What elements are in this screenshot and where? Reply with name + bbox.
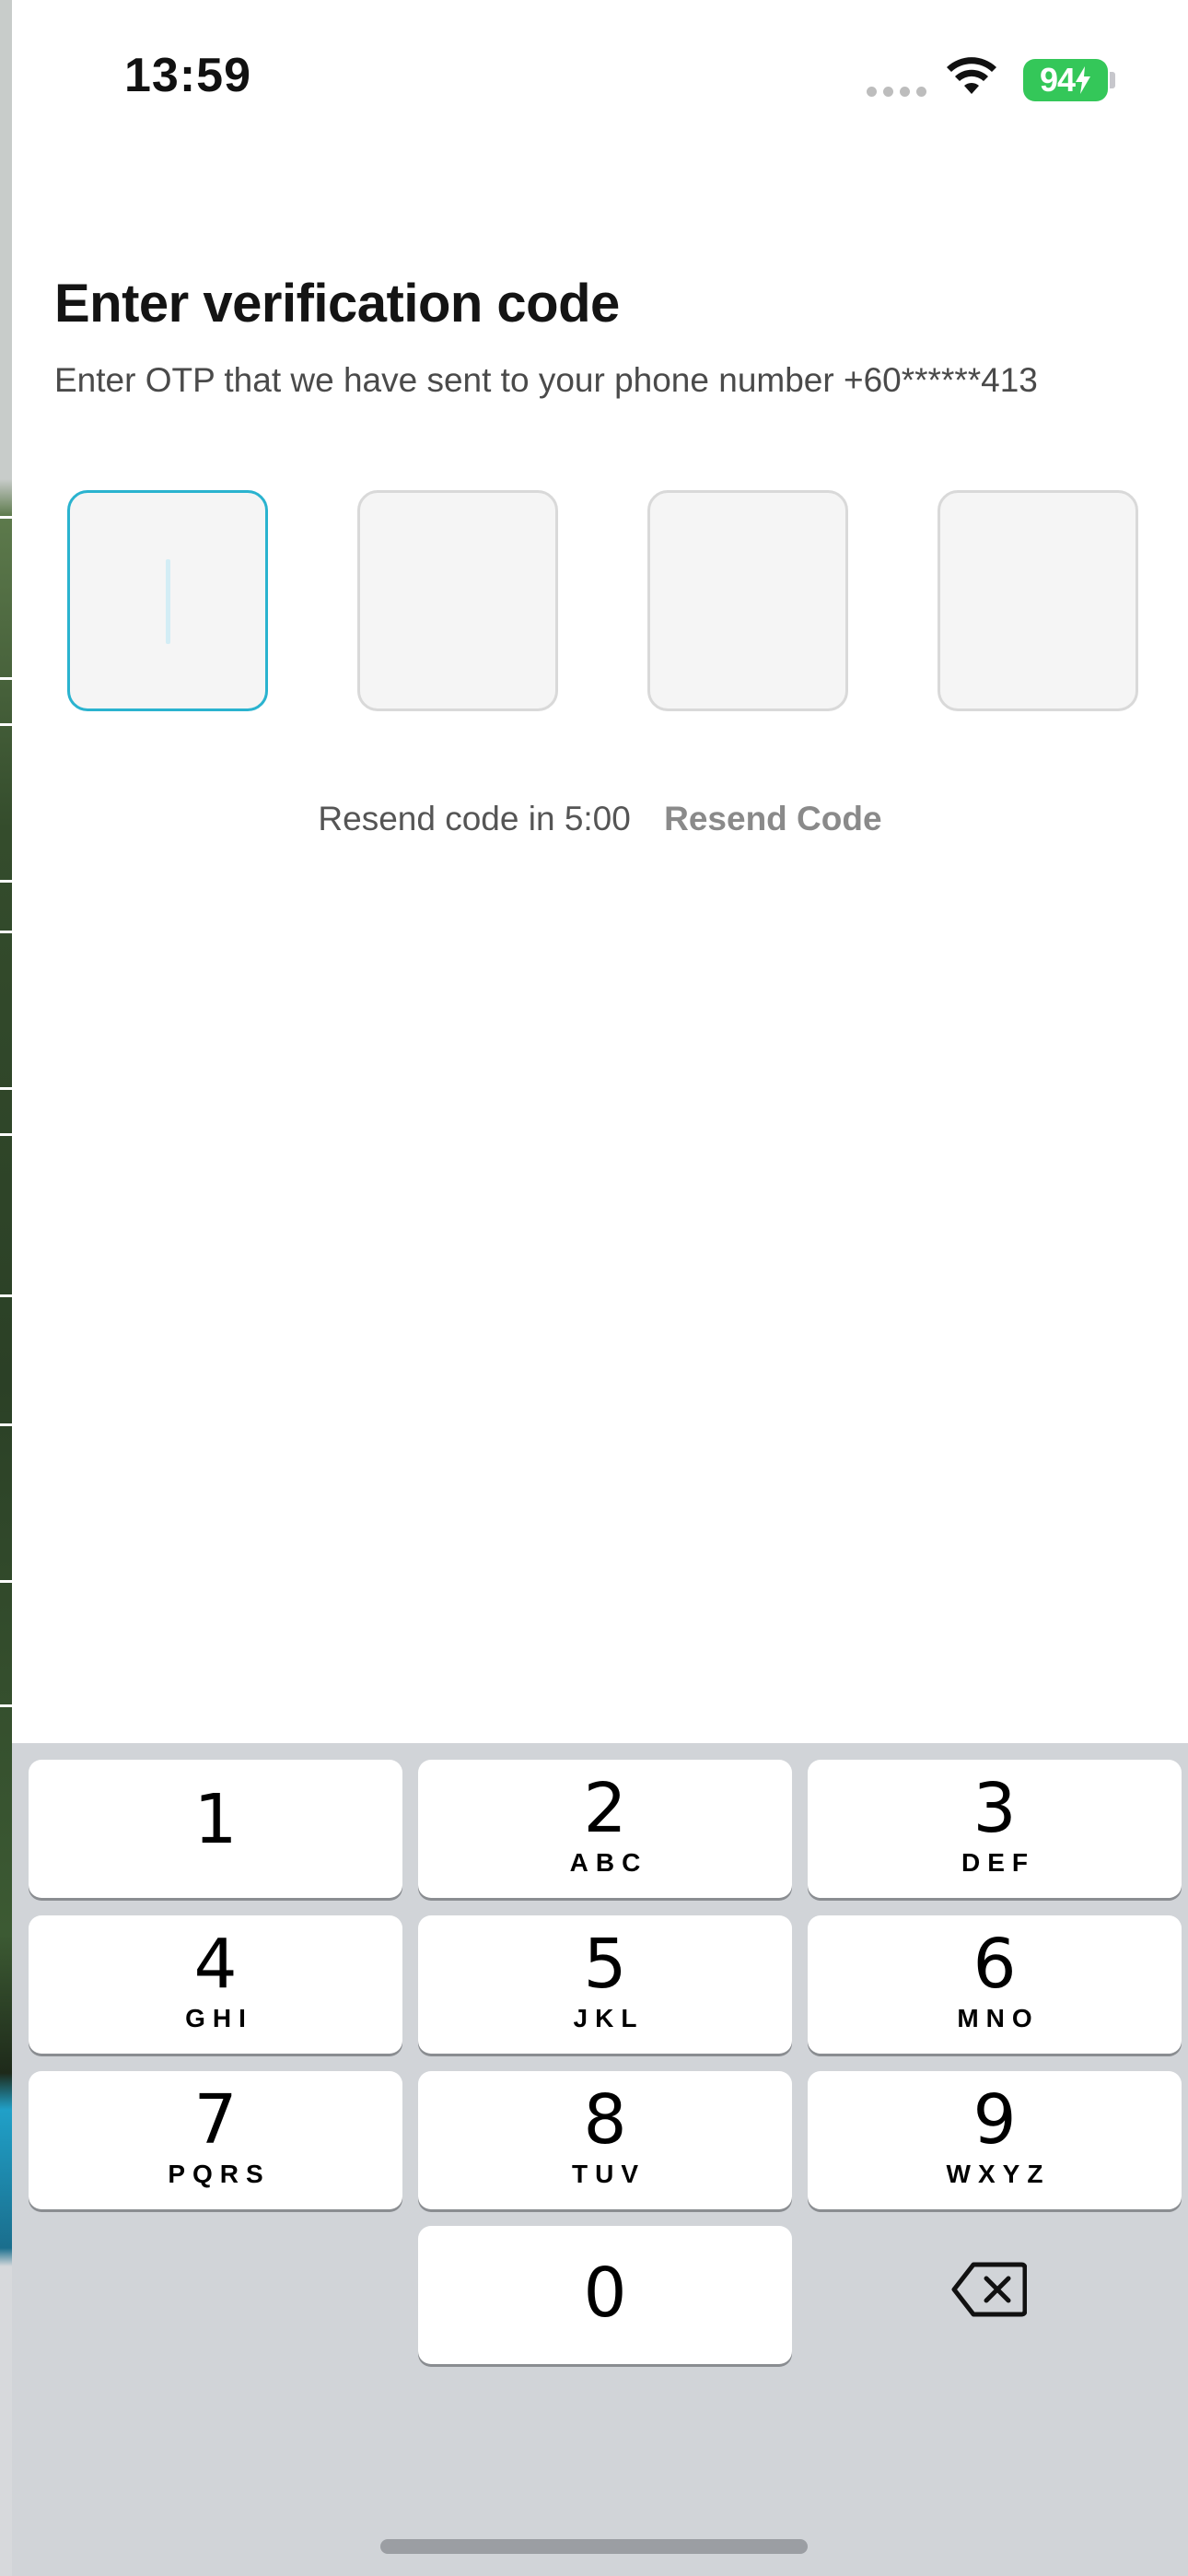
key-6[interactable]: 6 MNO [808, 1915, 1182, 2054]
backspace-icon[interactable] [951, 2261, 1027, 2318]
otp-digit-1[interactable] [67, 490, 268, 711]
resend-row: Resend code in 5:00 Resend Code [12, 800, 1188, 838]
key-digit: 0 [583, 2254, 627, 2333]
key-9[interactable]: 9 WXYZ [808, 2071, 1182, 2209]
page-title: Enter verification code [54, 274, 620, 334]
resend-code-link[interactable]: Resend Code [664, 800, 881, 837]
battery-cap [1110, 72, 1115, 88]
key-digit: 5 [583, 1925, 627, 2004]
key-digit: 1 [193, 1780, 238, 1859]
battery-icon: 94 [1023, 59, 1108, 101]
charging-bolt-icon [1076, 66, 1091, 94]
key-0[interactable]: 0 [418, 2226, 792, 2364]
background-screen-edge [0, 0, 12, 2576]
verification-sheet: 13:59 94 Enter verification code Enter O… [12, 0, 1188, 2576]
otp-digit-2[interactable] [357, 490, 558, 711]
status-time: 13:59 [124, 49, 251, 102]
page-subtitle: Enter OTP that we have sent to your phon… [54, 361, 1038, 399]
home-indicator [380, 2539, 808, 2554]
key-digit: 2 [583, 1769, 627, 1848]
key-letters: PQRS [168, 2160, 271, 2188]
key-3[interactable]: 3 DEF [808, 1760, 1182, 1898]
key-2[interactable]: 2 ABC [418, 1760, 792, 1898]
key-letters: ABC [569, 1848, 648, 1877]
text-caret [166, 559, 170, 644]
key-letters: TUV [572, 2160, 646, 2188]
resend-timer: Resend code in 5:00 [318, 800, 631, 837]
key-letters: MNO [957, 2004, 1040, 2032]
wifi-icon [947, 57, 996, 94]
key-7[interactable]: 7 PQRS [29, 2071, 402, 2209]
otp-digit-3[interactable] [647, 490, 848, 711]
key-digit: 8 [583, 2080, 627, 2160]
otp-input-group [67, 490, 1154, 711]
key-digit: 6 [973, 1925, 1017, 2004]
key-letters: WXYZ [946, 2160, 1051, 2188]
numeric-keypad: 1 2 ABC 3 DEF 4 GHI 5 JKL 6 MNO 7 PQRS 8… [12, 1743, 1188, 2576]
key-letters: GHI [185, 2004, 253, 2032]
key-letters: DEF [961, 1848, 1035, 1877]
battery-level: 94 [1039, 61, 1076, 99]
key-8[interactable]: 8 TUV [418, 2071, 792, 2209]
key-letters: JKL [573, 2004, 645, 2032]
otp-digit-4[interactable] [938, 490, 1138, 711]
key-1[interactable]: 1 [29, 1760, 402, 1898]
key-digit: 3 [973, 1769, 1017, 1848]
key-digit: 9 [973, 2080, 1017, 2160]
key-digit: 4 [193, 1925, 238, 2004]
cellular-signal-icon [867, 87, 926, 97]
key-digit: 7 [193, 2080, 238, 2160]
key-4[interactable]: 4 GHI [29, 1915, 402, 2054]
key-5[interactable]: 5 JKL [418, 1915, 792, 2054]
